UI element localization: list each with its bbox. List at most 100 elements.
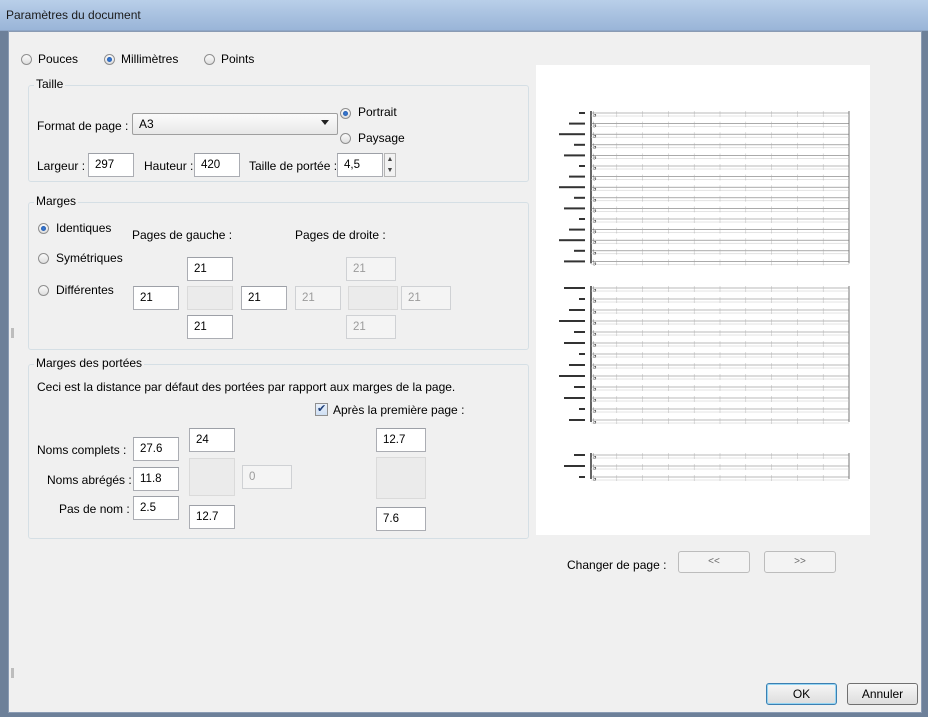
hauteur-input[interactable]: 420 — [194, 153, 240, 177]
radio-points-label: Points — [221, 52, 255, 66]
apres-premiere-page-checkbox[interactable] — [315, 402, 328, 416]
instrument-name — [574, 143, 585, 146]
instrument-name — [564, 465, 585, 467]
radio-symetriques[interactable] — [38, 253, 49, 264]
first-bottom-input[interactable]: 12.7 — [189, 505, 235, 529]
noms-complets-input[interactable]: 27.6 — [133, 437, 179, 461]
instrument-name — [564, 207, 585, 210]
annuler-button[interactable]: Annuler — [847, 683, 918, 705]
title-bar: Paramètres du document — [0, 0, 928, 31]
instrument-name — [579, 218, 585, 220]
gauche-right-input[interactable]: 21 — [241, 286, 287, 310]
clef-mark: ♭ — [593, 384, 597, 393]
first-top-input[interactable]: 24 — [189, 428, 235, 452]
largeur-input[interactable]: 297 — [88, 153, 134, 177]
dialog-body: Pouces Millimètres Points Taille Format … — [8, 31, 922, 713]
format-select-value: A3 — [139, 117, 154, 131]
gauche-page-box — [187, 286, 233, 310]
gauche-left-input[interactable]: 21 — [133, 286, 179, 310]
clef-mark: ♭ — [593, 351, 597, 360]
clef-mark: ♭ — [593, 474, 597, 483]
instrument-name — [569, 364, 585, 366]
radio-symetriques-label: Symétriques — [56, 251, 123, 265]
noms-abreges-input[interactable]: 11.8 — [133, 467, 179, 491]
instrument-name — [574, 386, 585, 388]
spin-down-icon[interactable]: ▼ — [385, 165, 395, 176]
instrument-name — [564, 397, 585, 399]
radio-pouces[interactable] — [21, 54, 32, 65]
instrument-name — [559, 375, 585, 377]
instrument-name — [579, 476, 585, 478]
clef-mark: ♭ — [593, 227, 597, 236]
ok-button[interactable]: OK — [766, 683, 837, 705]
clef-mark: ♭ — [593, 121, 597, 130]
taille-portee-label: Taille de portée : — [249, 159, 338, 173]
window-title: Paramètres du document — [6, 8, 141, 22]
clef-mark: ♭ — [593, 195, 597, 204]
hauteur-label: Hauteur : — [144, 159, 194, 173]
clef-mark: ♭ — [593, 406, 597, 415]
radio-millimetres[interactable] — [104, 54, 115, 65]
score-preview-image: ♭♭♭♭♭♭♭♭♭♭♭♭♭♭♭♭♭♭♭♭♭♭♭♭♭♭♭♭♭♭♭ — [559, 110, 850, 483]
after-bottom-input[interactable]: 7.6 — [376, 507, 426, 531]
changer-page-label: Changer de page : — [567, 558, 667, 572]
radio-identiques[interactable] — [38, 223, 49, 234]
format-select[interactable]: A3 — [132, 113, 338, 135]
instrument-name — [559, 186, 585, 189]
instrument-name — [579, 165, 585, 167]
clef-mark: ♭ — [593, 296, 597, 305]
taille-portee-stepper[interactable]: ▲ ▼ — [384, 153, 396, 177]
radio-portrait-label: Portrait — [358, 105, 397, 119]
pas-de-nom-input[interactable]: 2.5 — [133, 496, 179, 520]
clef-mark: ♭ — [593, 258, 597, 267]
after-top-input[interactable]: 12.7 — [376, 428, 426, 452]
droite-right-input: 21 — [401, 286, 451, 310]
instrument-name — [569, 419, 585, 421]
radio-paysage[interactable] — [340, 133, 351, 144]
clef-mark: ♭ — [593, 362, 597, 371]
radio-differentes[interactable] — [38, 285, 49, 296]
clef-mark: ♭ — [593, 142, 597, 151]
radio-identiques-label: Identiques — [56, 221, 112, 235]
droite-left-input: 21 — [295, 286, 341, 310]
clef-mark: ♭ — [593, 163, 597, 172]
noms-complets-label: Noms complets : — [37, 443, 127, 457]
radio-portrait[interactable] — [340, 108, 351, 119]
instrument-name — [559, 320, 585, 322]
droite-bottom-input: 21 — [346, 315, 396, 339]
droite-top-input: 21 — [346, 257, 396, 281]
previous-page-button[interactable]: << — [678, 551, 750, 573]
format-label: Format de page : — [37, 119, 129, 133]
clef-mark: ♭ — [593, 237, 597, 246]
clef-mark: ♭ — [593, 340, 597, 349]
radio-points[interactable] — [204, 54, 215, 65]
resize-grip — [11, 328, 14, 338]
clef-mark: ♭ — [593, 184, 597, 193]
next-page-button[interactable]: >> — [764, 551, 836, 573]
clef-mark: ♭ — [593, 216, 597, 225]
clef-mark: ♭ — [593, 285, 597, 294]
marges-portees-description: Ceci est la distance par défaut des port… — [37, 380, 456, 394]
spin-up-icon[interactable]: ▲ — [385, 154, 395, 165]
gauche-bottom-input[interactable]: 21 — [187, 315, 233, 339]
radio-pouces-label: Pouces — [38, 52, 79, 66]
apres-premiere-page-label: Après la première page : — [333, 403, 465, 417]
instrument-name — [579, 408, 585, 410]
radio-paysage-label: Paysage — [358, 131, 405, 145]
clef-mark: ♭ — [593, 318, 597, 327]
clef-mark: ♭ — [593, 452, 597, 461]
clef-mark: ♭ — [593, 463, 597, 472]
gauche-top-input[interactable]: 21 — [187, 257, 233, 281]
droite-page-box — [348, 286, 398, 310]
first-page-box — [189, 458, 235, 496]
instrument-name — [579, 298, 585, 300]
page-preview: ♭ ♭ ♭ ♭ ♭ ♭ ♭ ♭ ♭ ♭ ♭ ♭ ♭ ♭ ♭ ♭ ♭ ♭ ♭ ♭ ♭ ♭ ♭ ♭ ♭ ♭ ♭ ♭ ♭ ♭ ♭ — [536, 65, 870, 535]
marges-portees-legend: Marges des portées — [34, 356, 145, 370]
instrument-name — [579, 112, 585, 114]
instrument-name — [564, 342, 585, 344]
instrument-name — [574, 331, 585, 333]
taille-portee-input[interactable]: 4,5 — [337, 153, 383, 177]
radio-millimetres-label: Millimètres — [121, 52, 179, 66]
pages-gauche-label: Pages de gauche : — [132, 228, 233, 242]
clef-mark: ♭ — [593, 395, 597, 404]
